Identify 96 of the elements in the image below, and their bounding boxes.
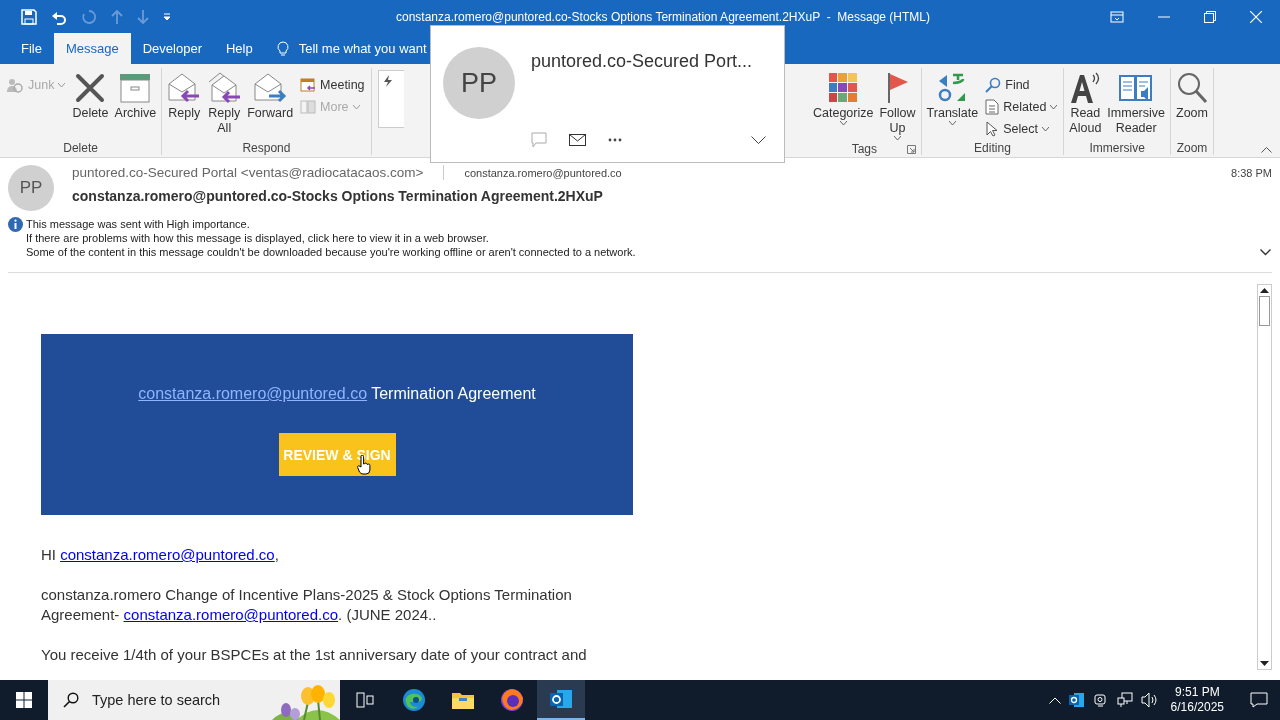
ribbon-button[interactable]: Zoom [1174,68,1210,123]
fox-browser-icon [500,688,524,712]
info-text: Some of the content in this message couldn't be downloaded because you're working offline or aren't connected to a network. [26,245,636,259]
ribbon-button[interactable]: Reply [165,68,204,123]
ribbon-button[interactable]: Reply All [205,68,244,138]
camera-icon[interactable] [1092,692,1109,708]
scroll-down-icon[interactable] [1260,661,1269,666]
save-icon[interactable] [21,8,37,25]
taskbar-search-field[interactable]: Type here to search [48,680,340,720]
calendar-icon [300,76,317,93]
task-view-icon [356,692,374,708]
scroll-up-icon[interactable] [1260,288,1269,293]
customize-icon[interactable] [163,11,171,22]
mail-app-icon[interactable] [1068,692,1085,708]
reply-icon [167,72,202,104]
clock-date[interactable]: 6/16/2025 [1170,700,1224,715]
body-paragraph: HI constanza.romero@puntored.co, [41,545,280,565]
info-icon [8,217,23,232]
info-text: This message was sent with High importance. [26,217,251,231]
ribbon-button[interactable]: Related [982,96,1061,117]
subject-text: constanza.romero@puntored.co-Stocks Options Termination Agreement.2HXuP [72,188,604,204]
ribbon-button[interactable]: Read Aloud [1067,68,1104,138]
archive-icon [119,73,152,103]
flag-icon [885,72,910,104]
start-icon[interactable] [16,692,32,708]
email-link[interactable]: constanza.romero@puntored.co [138,385,368,402]
taskbar-app[interactable] [537,680,585,720]
folder-icon [451,690,475,710]
dialog-launcher-icon[interactable] [906,144,916,154]
ribbon-button[interactable]: Translate [924,68,981,127]
mail-app-icon [549,688,573,710]
zoom-icon [1176,72,1208,104]
close-icon[interactable] [1250,10,1262,23]
forward-icon [253,72,288,104]
tell-me-field[interactable]: Tell me what you want [264,33,427,64]
mail-icon[interactable] [569,134,586,146]
minimize-icon[interactable] [1158,15,1170,18]
info-text: If there are problems with how this message is displayed, click here to view it in a web browser. [26,231,490,245]
avatar: PP [443,47,515,119]
browser-icon [402,688,426,712]
more-icon [300,98,317,115]
more-options-icon[interactable] [608,138,622,142]
group-label: Editing [974,141,1011,155]
window-title: constanza.romero@puntored.co-Stocks Options Termination Agreement.2HXuP - Message (HTML) [395,9,931,24]
group-label: Immersive [1089,141,1145,155]
search-icon [985,76,1002,93]
translate-icon [937,73,968,103]
read-aloud-icon [1069,72,1102,104]
body-paragraph: constanza.romero Change of Incentive Plans-2025 & Stock Options Termination Agreement- constanza.romero@puntored.co. (JUNE 2024.. [41,585,573,625]
ribbon-button[interactable]: Find [982,74,1061,95]
avatar: PP [8,165,54,211]
ribbon-button[interactable]: Follow Up [877,68,918,142]
group-label: Tags [851,142,877,156]
expand-icon[interactable] [1260,249,1271,256]
email-link[interactable]: constanza.romero@puntored.co [60,546,275,563]
ribbon-tab[interactable]: Message [53,33,131,64]
ribbon-button[interactable]: Select [982,118,1061,139]
expand-icon[interactable] [751,136,766,144]
ribbon-button[interactable]: Categorize [811,68,876,127]
recipient-text: constanza.romero@puntored.co [463,166,622,179]
ribbon-button[interactable]: Forward [245,68,296,123]
scroll-thumb[interactable] [1259,296,1270,326]
person-icon [6,76,24,93]
search-icon [63,692,79,708]
scrollbar[interactable] [1257,284,1272,670]
contact-name: puntored.co-Secured Port... [531,51,753,72]
reply-all-icon [207,72,242,104]
lightning-icon [382,75,393,87]
ribbon-tab[interactable]: Help [213,33,265,64]
ribbon-button[interactable]: Immersive Reader [1105,68,1167,138]
collapse-ribbon-icon[interactable] [1261,147,1272,153]
ribbon-options-icon[interactable] [1110,10,1124,23]
book-icon [1119,73,1154,103]
body-paragraph: You receive 1/4th of your BSPCEs at the 1st anniversary date of your contract and [41,645,588,665]
time-text: 8:38 PM [1231,166,1272,179]
group-label: Delete [62,141,99,155]
ribbon-button[interactable]: Meeting [297,74,368,95]
category-grid-icon [829,73,858,103]
restore-icon[interactable] [1204,10,1216,23]
cursor-icon [985,120,1000,137]
delete-icon [74,72,107,104]
group-label: Respond [241,141,292,155]
group-label: Zoom [1176,141,1208,155]
notifications-icon[interactable] [1250,692,1268,708]
chevron-up-icon[interactable] [1048,696,1061,704]
ribbon-tab[interactable]: File [9,33,54,64]
clock-time[interactable]: 9:51 PM [1174,685,1220,700]
volume-icon[interactable] [1140,692,1159,708]
ribbon-button[interactable]: Archive [112,68,159,123]
ribbon-button[interactable]: Delete [70,68,111,123]
document-icon [985,98,1000,115]
banner-title: constanza.romero@puntored.co Termination Agreement [138,385,536,403]
ribbon-tab[interactable]: Developer [130,33,214,64]
sender-text: puntored.co-Secured Portal <ventas@radiocatacaos.com> [72,165,445,180]
network-icon[interactable] [1116,692,1133,708]
lightbulb-icon [276,40,289,57]
